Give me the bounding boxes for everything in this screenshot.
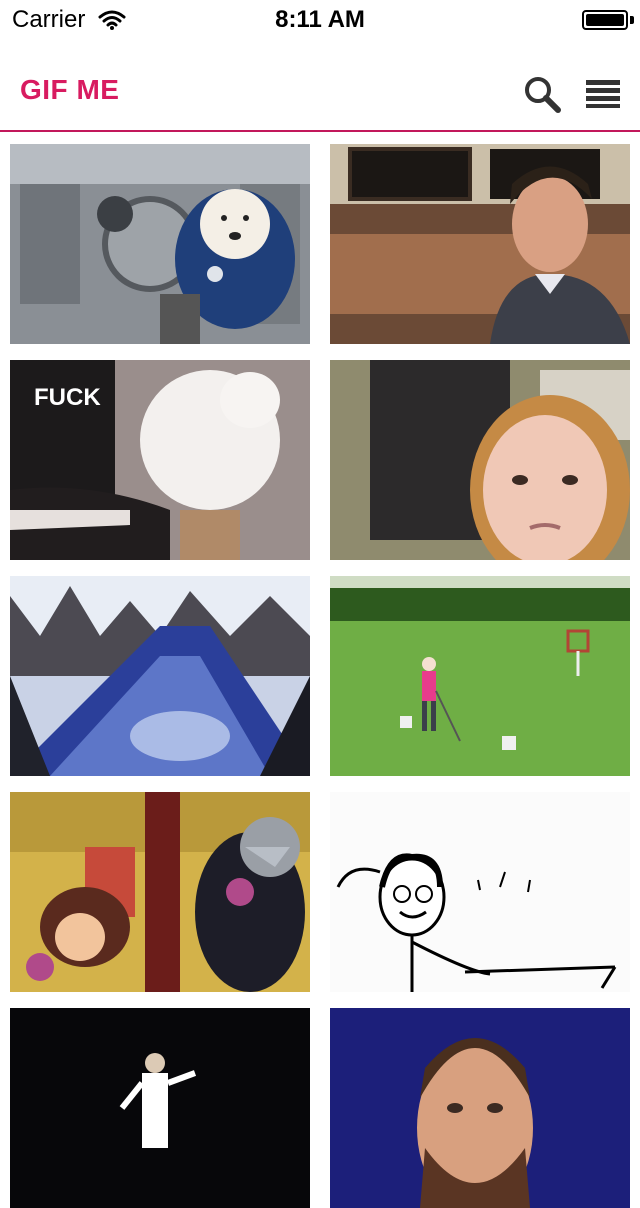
gif-thumbnail [10,576,310,776]
gif-man-looking-down[interactable] [330,144,630,344]
status-bar: Carrier 8:11 AM [0,0,640,40]
gif-thumbnail [10,144,310,344]
menu-icon[interactable] [586,78,620,108]
app-title: GIF ME [20,74,120,105]
status-time: 8:11 AM [275,6,365,33]
gif-dog-astronaut[interactable] [10,144,310,344]
gif-thumbnail [330,360,630,560]
gif-stick-figure-drawing[interactable] [330,792,630,992]
gif-bearded-man[interactable] [330,1008,630,1208]
gif-cat-punching[interactable]: FUCK [10,360,310,560]
gif-thumbnail: FUCK [10,360,310,560]
search-icon[interactable] [522,74,562,114]
gif-dancing-man[interactable] [10,1008,310,1208]
battery-cap [630,16,634,24]
gif-thumbnail [10,1008,310,1208]
gif-water-slide[interactable] [10,576,310,776]
gif-thumbnail [330,576,630,776]
battery-fill [586,14,624,26]
gif-thumbnail [330,144,630,344]
nav-bar: GIF ME [0,40,640,130]
gif-thumbnail [330,1008,630,1208]
header-divider [0,130,640,132]
gif-thumbnail [330,792,630,992]
gif-girl-with-cat[interactable] [330,360,630,560]
gif-thumbnail [10,792,310,992]
battery-icon [582,10,628,30]
gif-cartoon-room[interactable] [10,792,310,992]
gif-caption: FUCK [34,384,101,411]
gif-golfer[interactable] [330,576,630,776]
